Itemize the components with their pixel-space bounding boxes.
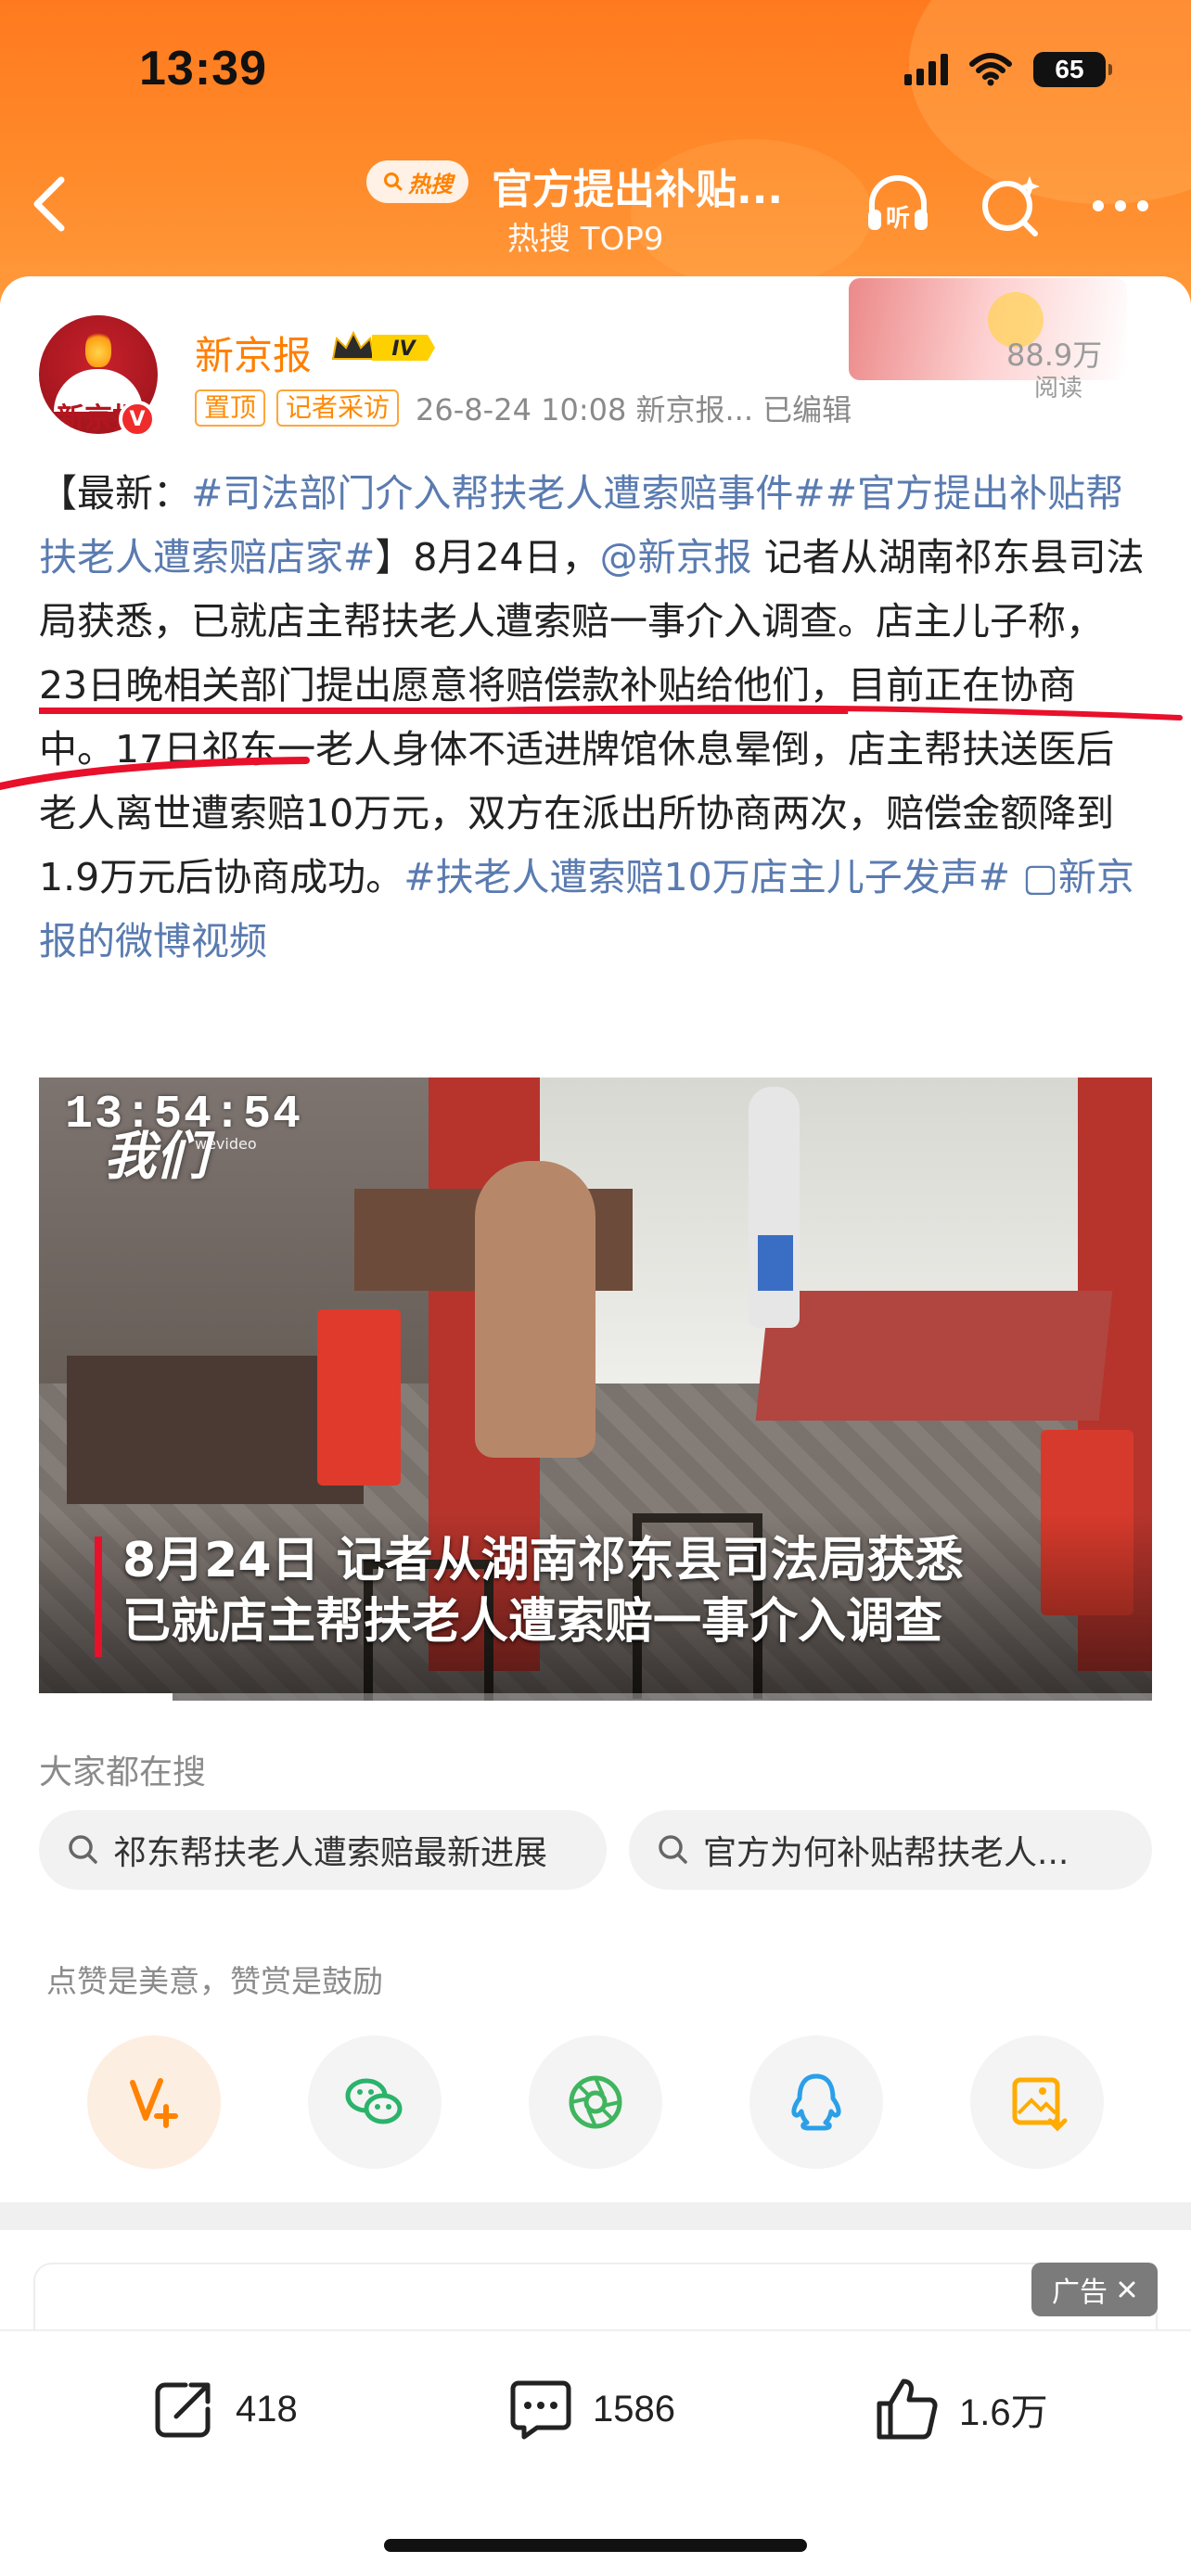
mention-link[interactable]: @新京报 [600, 535, 752, 580]
like-button[interactable]: 1.6万 [872, 2376, 1048, 2442]
moments-icon [569, 2075, 622, 2129]
wechat-icon [345, 2078, 403, 2124]
ad-label-text: 广告 [1052, 2276, 1108, 2309]
listen-button[interactable]: 听 [861, 169, 935, 243]
vip-crown-badge: IV [329, 327, 437, 368]
video-brand-logo: 我们 [104, 1127, 208, 1187]
battery-icon: 65 [1033, 52, 1112, 87]
repost-count: 418 [236, 2388, 298, 2429]
search-section-title: 大家都在搜 [39, 1753, 207, 1792]
comment-bubble-icon [510, 2380, 571, 2440]
like-count: 1.6万 [959, 2392, 1048, 2433]
vip-level: IV [391, 338, 416, 361]
more-button[interactable] [1083, 169, 1158, 243]
caption-accent-bar [95, 1537, 102, 1657]
sparkle-search-icon [982, 176, 1040, 236]
search-icon [384, 172, 403, 191]
reporter-tag: 记者采访 [276, 389, 400, 427]
like-hint: 点赞是美意，赞赏是鼓励 [46, 1963, 383, 1999]
search-icon [659, 1835, 687, 1864]
video-brand-sub: wevideo [195, 1135, 257, 1153]
share-moments-button[interactable] [529, 2035, 662, 2169]
wifi-icon [969, 53, 1012, 86]
body-text: 】8月24日， [375, 535, 600, 580]
weibo-v-plus-icon [130, 2078, 178, 2128]
video-progress-fill [39, 1693, 173, 1701]
search-suggestion-chip[interactable]: 祁东帮扶老人遭索赔最新进展 [39, 1810, 607, 1890]
author-name[interactable]: 新京报 [195, 325, 312, 381]
search-chip-label: 祁东帮扶老人遭索赔最新进展 [113, 1834, 548, 1872]
share-qq-button[interactable] [749, 2035, 883, 2169]
page-subtitle: 热搜 TOP9 [507, 221, 664, 258]
search-chip-label: 官方为何补贴帮扶老人... [703, 1834, 1069, 1872]
headphones-listen-icon: 听 [868, 175, 928, 233]
back-button[interactable] [28, 167, 74, 241]
ad-close-label[interactable]: 广告 [1031, 2263, 1158, 2316]
save-image-icon [1012, 2077, 1068, 2132]
body-prefix: 【最新： [39, 471, 191, 516]
status-time: 13:39 [139, 42, 267, 96]
hot-search-badge: 热搜 [366, 160, 468, 203]
search-icon [69, 1835, 97, 1864]
chevron-left-icon [33, 176, 65, 232]
thumbs-up-icon [877, 2378, 938, 2440]
header: 13:39 65 热搜 官方提出补贴... 热搜 TOP9 听 [0, 0, 1191, 306]
hashtag-link[interactable]: #司法部门介入帮扶老人遭索赔事件# [191, 471, 826, 516]
svg-text:听: 听 [886, 205, 910, 233]
hot-badge-label: 热搜 [408, 171, 453, 198]
qq-icon [791, 2073, 841, 2131]
repost-button[interactable]: 418 [148, 2376, 298, 2442]
section-divider [0, 2202, 1191, 2230]
caption-line-1: 8月24日 记者从湖南祁东县司法局获悉 [122, 1533, 964, 1588]
underlined-text: 23日晚相关部门提出愿意将赔偿款补贴给他们， [39, 663, 849, 708]
app-screen: 13:39 65 热搜 官方提出补贴... 热搜 TOP9 听 88.9万 阅读… [0, 0, 1191, 2576]
cellular-signal-icon [904, 54, 948, 85]
read-label: 阅读 [1034, 375, 1083, 402]
more-dots-icon [1093, 200, 1148, 211]
post-meta: 置顶 记者采访 26-8-24 10:08 新京报... 已编辑 [195, 388, 852, 428]
share-arrow-icon [155, 2382, 211, 2438]
video-link-icon: ▢ [1022, 855, 1058, 899]
post-meta-text: 26-8-24 10:08 新京报... 已编辑 [416, 392, 852, 427]
hashtag-link[interactable]: #扶老人遭索赔10万店主儿子发声# [403, 855, 1010, 899]
title-area: 热搜 官方提出补贴... 热搜 TOP9 [366, 156, 849, 258]
verified-badge: V [119, 401, 156, 438]
video-player[interactable]: 13:54:54 我们 wevideo 8月24日 记者从湖南祁东县司法局获悉 … [39, 1078, 1152, 1701]
caption-line-2: 已就店主帮扶老人遭索赔一事介入调查 [122, 1594, 943, 1650]
save-image-button[interactable] [970, 2035, 1104, 2169]
comment-button[interactable]: 1586 [506, 2376, 675, 2442]
search-suggestion-chip[interactable]: 官方为何补贴帮扶老人... [629, 1810, 1152, 1890]
video-progress-bar[interactable] [39, 1693, 1152, 1701]
comment-count: 1586 [593, 2388, 675, 2429]
close-icon [1119, 2281, 1135, 2298]
page-title: 官方提出补贴... [492, 166, 784, 213]
share-wechat-button[interactable] [308, 2035, 442, 2169]
pinned-tag: 置顶 [195, 389, 266, 427]
share-weibo-button[interactable] [87, 2035, 221, 2169]
ai-search-button[interactable] [974, 169, 1048, 243]
home-indicator [384, 2539, 807, 2552]
status-icons: 65 [904, 48, 1112, 91]
post-body: 【最新：#司法部门介入帮扶老人遭索赔事件##官方提出补贴帮扶老人遭索赔店家#】8… [39, 462, 1152, 974]
video-caption: 8月24日 记者从湖南祁东县司法局获悉 已就店主帮扶老人遭索赔一事介入调查 [122, 1530, 964, 1652]
